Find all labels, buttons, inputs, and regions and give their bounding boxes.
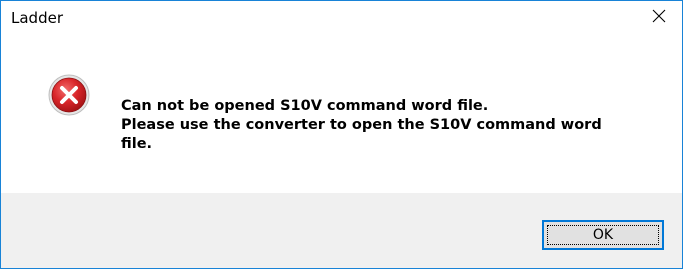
error-dialog: Ladder Can not be opened S10V command wo…	[0, 0, 683, 269]
error-message: Can not be opened S10V command word file…	[121, 97, 666, 154]
error-icon	[48, 74, 90, 116]
close-button[interactable]	[636, 1, 682, 31]
title-bar[interactable]: Ladder	[1, 1, 682, 31]
message-line-3: file.	[121, 136, 153, 152]
ok-button[interactable]: OK	[542, 220, 664, 250]
ok-button-label: OK	[592, 227, 614, 243]
message-line-2: Please use the converter to open the S10…	[121, 117, 602, 133]
close-icon	[652, 9, 666, 23]
message-line-1: Can not be opened S10V command word file…	[121, 98, 489, 114]
window-title: Ladder	[11, 9, 63, 27]
